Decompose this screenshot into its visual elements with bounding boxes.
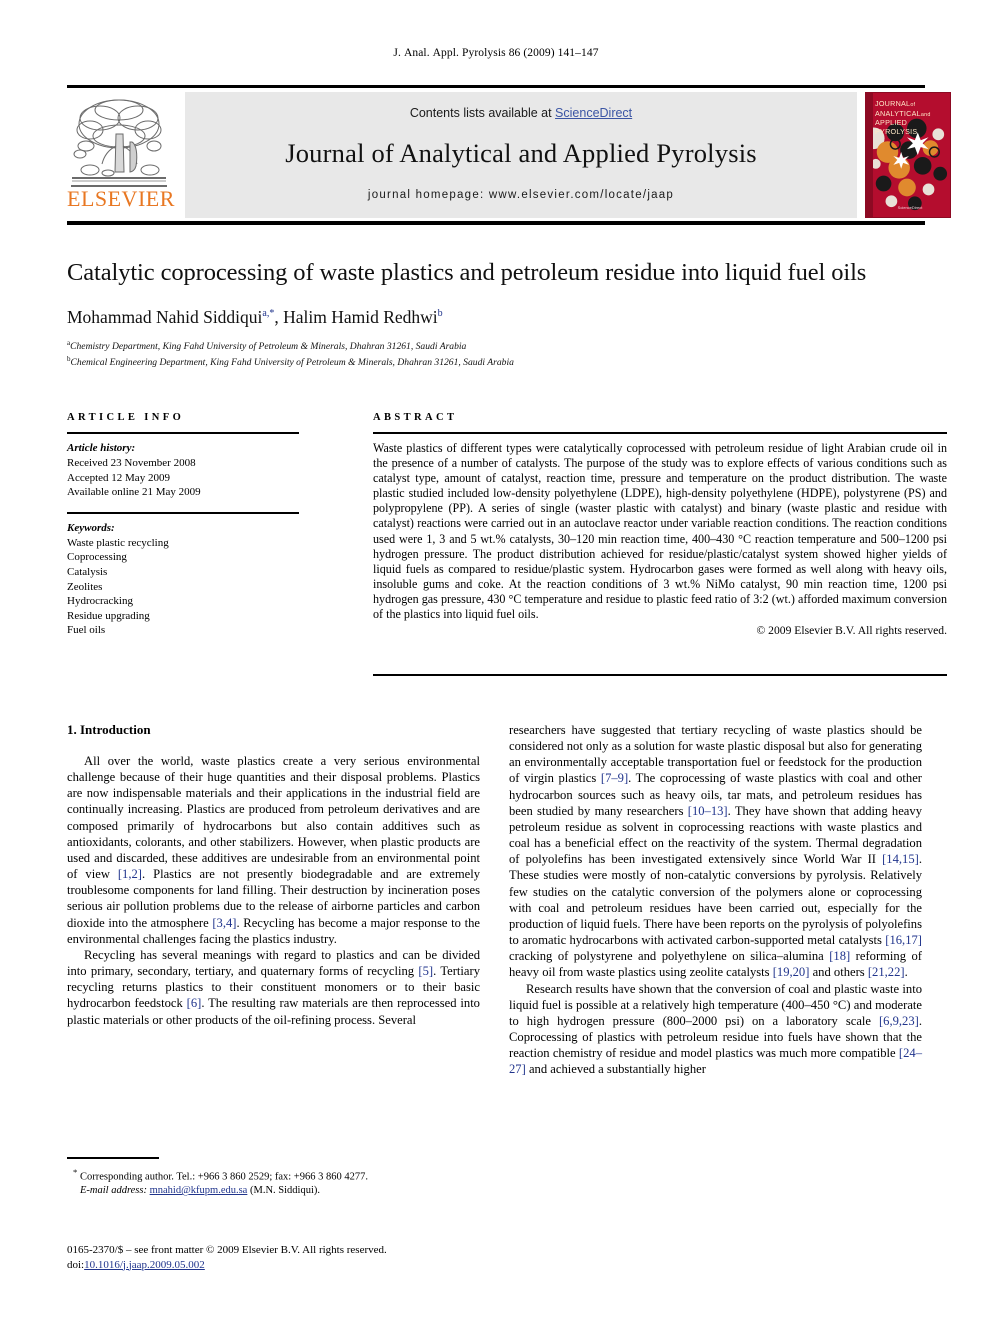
abstract-text: Waste plastics of different types were c… xyxy=(373,441,947,622)
contents-lists-line: Contents lists available at ScienceDirec… xyxy=(185,106,857,120)
article-history-label: Article history: xyxy=(67,442,136,454)
doi-label: doi: xyxy=(67,1258,85,1271)
author-separator: , xyxy=(274,307,284,327)
affiliation-b-text: Chemical Engineering Department, King Fa… xyxy=(70,357,514,369)
masthead-center-band: Contents lists available at ScienceDirec… xyxy=(185,92,857,218)
elsevier-wordmark: ELSEVIER xyxy=(67,186,175,211)
abstract-bottom-rule xyxy=(373,674,947,676)
front-matter-line: 0165-2370/$ – see front matter © 2009 El… xyxy=(67,1244,387,1256)
footnote-rule xyxy=(67,1157,159,1159)
keyword-item: Waste plastic recycling xyxy=(67,536,169,549)
body-paragraph: researchers have suggested that tertiary… xyxy=(509,723,922,980)
keyword-item: Hydrocracking xyxy=(67,595,133,608)
keywords-rule xyxy=(67,511,299,514)
doi-line: doi:10.1016/j.jaap.2009.05.002 xyxy=(67,1258,497,1273)
article-history-online: Available online 21 May 2009 xyxy=(67,486,201,499)
article-info-column: ARTICLE INFO Article history: Received 2… xyxy=(67,412,299,638)
journal-title: Journal of Analytical and Applied Pyroly… xyxy=(285,138,757,168)
article-info-heading: ARTICLE INFO xyxy=(67,412,185,423)
keyword-item: Residue upgrading xyxy=(67,609,150,622)
cover-line-3: APPLIED PYROLYSIS xyxy=(875,118,918,136)
article-history-received: Received 23 November 2008 xyxy=(67,457,196,469)
contents-prefix: Contents lists available at xyxy=(409,106,556,120)
author-list: Mohammad Nahid Siddiquia,*, Halim Hamid … xyxy=(67,307,947,328)
abstract-heading: ABSTRACT xyxy=(373,412,458,423)
affiliation-a-text: Chemistry Department, King Fahd Universi… xyxy=(70,341,467,353)
email-address-label: E-mail address: xyxy=(80,1185,147,1197)
author-2-affiliation-marker[interactable]: b xyxy=(438,308,443,319)
body-paragraph: Recycling has several meanings with rega… xyxy=(67,947,480,1027)
cover-line-2: ANALYTICAL xyxy=(875,108,921,118)
elsevier-tree-icon xyxy=(72,99,166,182)
elsevier-logo: ELSEVIER xyxy=(67,92,175,218)
cover-line-1-small: of xyxy=(910,102,916,108)
doi-link[interactable]: 10.1016/j.jaap.2009.05.002 xyxy=(84,1259,205,1271)
abstract-column: ABSTRACT Waste plastics of different typ… xyxy=(373,412,947,637)
journal-homepage-line[interactable]: journal homepage: www.elsevier.com/locat… xyxy=(185,189,857,201)
page-title: Catalytic coprocessing of waste plastics… xyxy=(67,259,867,286)
cover-line-1: JOURNAL xyxy=(875,99,911,108)
footnote-email-line: E-mail address: mnahid@kfupm.edu.sa (M.N… xyxy=(67,1184,480,1198)
body-paragraph: All over the world, waste plastics creat… xyxy=(67,754,480,946)
body-column-right: researchers have suggested that tertiary… xyxy=(509,722,922,1077)
author-name-1: Mohammad Nahid Siddiqui xyxy=(67,307,263,327)
cover-spine xyxy=(866,93,873,217)
body-column-left: 1. Introduction All over the world, wast… xyxy=(67,722,480,1028)
footnote-email-suffix: (M.N. Siddiqui). xyxy=(247,1185,320,1197)
article-history-accepted: Accepted 12 May 2009 xyxy=(67,471,170,484)
keyword-item: Zeolites xyxy=(67,580,103,593)
author-name-2: Halim Hamid Redhwi xyxy=(283,307,438,327)
corresponding-author-email-link[interactable]: mnahid@kfupm.edu.sa xyxy=(150,1185,248,1196)
title-block: Catalytic coprocessing of waste plastics… xyxy=(67,258,947,369)
abstract-rule xyxy=(373,432,947,434)
footnote-contact-text: Corresponding author. Tel.: +966 3 860 2… xyxy=(80,1171,368,1183)
colophon: 0165-2370/$ – see front matter © 2009 El… xyxy=(67,1243,497,1272)
keywords-label: Keywords: xyxy=(67,521,115,534)
cover-footer-text: ScienceDirect xyxy=(897,205,923,210)
footnote-contact-line: * Corresponding author. Tel.: +966 3 860… xyxy=(67,1166,480,1184)
keyword-item: Fuel oils xyxy=(67,624,106,637)
sciencedirect-link[interactable]: ScienceDirect xyxy=(555,106,632,120)
section-heading-introduction: 1. Introduction xyxy=(67,722,151,737)
corresponding-author-footnote: * Corresponding author. Tel.: +966 3 860… xyxy=(67,1157,480,1198)
article-info-rule xyxy=(67,432,299,434)
journal-masthead: ELSEVIER Contents lists available at Sci… xyxy=(67,85,951,225)
journal-cover-thumbnail[interactable]: JOURNALof ANALYTICALand APPLIED PYROLYSI… xyxy=(865,92,951,218)
footnote-marker: * xyxy=(73,1167,78,1177)
abstract-copyright: © 2009 Elsevier B.V. All rights reserved… xyxy=(756,624,947,638)
body-paragraph: Research results have shown that the con… xyxy=(509,981,922,1077)
masthead-bottom-rule xyxy=(67,221,925,225)
affiliation-a: aChemistry Department, King Fahd Univers… xyxy=(67,337,947,353)
cover-line-2-small: and xyxy=(920,111,931,118)
keyword-item: Catalysis xyxy=(67,565,108,578)
affiliation-b: bChemical Engineering Department, King F… xyxy=(67,353,947,369)
cover-title-text: JOURNALof ANALYTICALand APPLIED PYROLYSI… xyxy=(875,99,949,136)
author-1-affiliation-marker[interactable]: a,* xyxy=(262,308,274,319)
keyword-item: Coprocessing xyxy=(67,551,127,564)
masthead-top-rule xyxy=(67,85,925,88)
paper-page: J. Anal. Appl. Pyrolysis 86 (2009) 141–1… xyxy=(0,0,992,1323)
affiliation-list: aChemistry Department, King Fahd Univers… xyxy=(67,337,947,369)
running-head: J. Anal. Appl. Pyrolysis 86 (2009) 141–1… xyxy=(393,47,599,59)
